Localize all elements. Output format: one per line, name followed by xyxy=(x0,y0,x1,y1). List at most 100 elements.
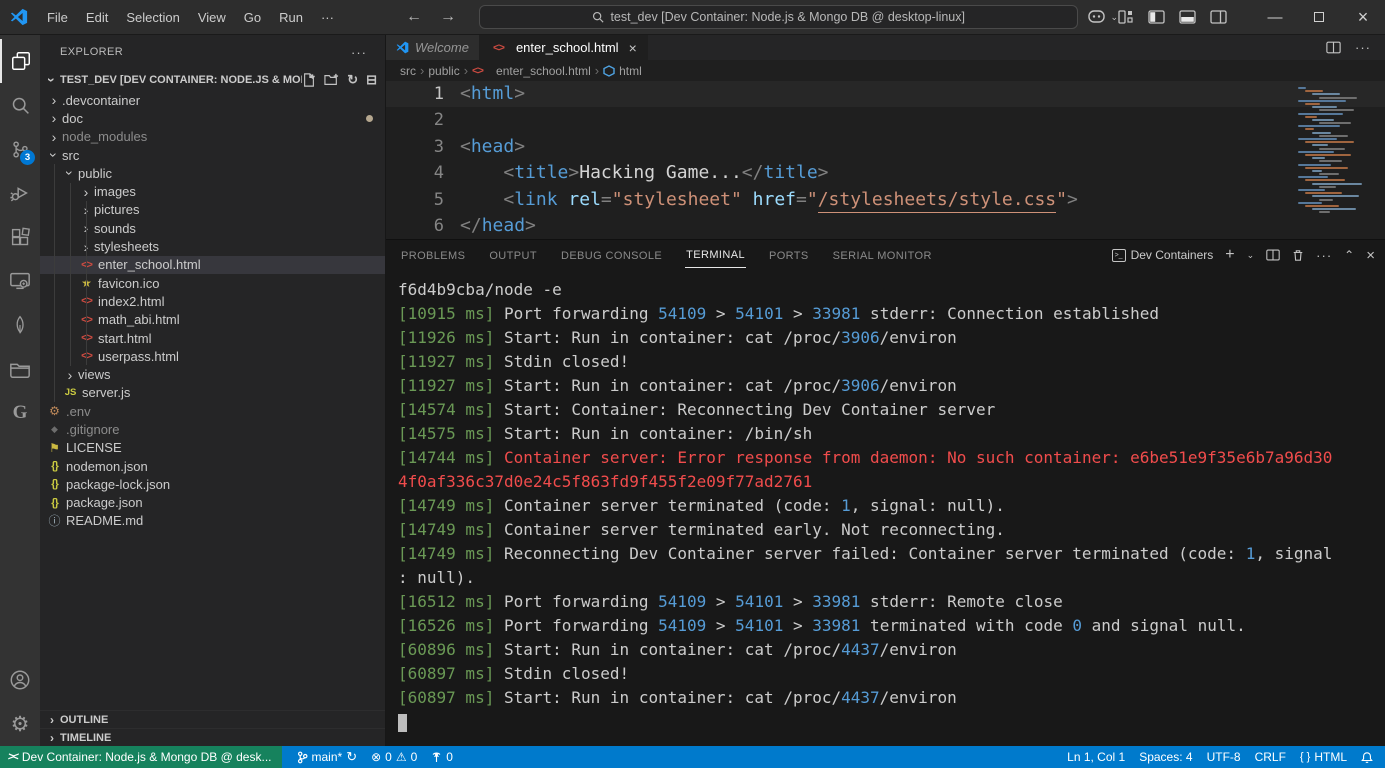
explorer-more-actions-icon[interactable]: ··· xyxy=(351,45,367,60)
settings-gear-icon[interactable]: ⚙ xyxy=(0,702,40,746)
code-line-4[interactable]: 4 <title>Hacking Game...</title> xyxy=(386,160,1385,186)
code-line-2[interactable]: 2 xyxy=(386,107,1385,133)
minimap[interactable] xyxy=(1295,83,1381,215)
ports-status[interactable]: 0 xyxy=(424,750,460,764)
breadcrumb-symbol[interactable]: html xyxy=(619,64,642,78)
gitlens-icon[interactable]: G xyxy=(0,391,40,435)
collapse-folders-icon[interactable]: ⊟ xyxy=(366,72,377,88)
panel-tab-output[interactable]: OUTPUT xyxy=(488,243,538,268)
timeline-section[interactable]: ›TIMELINE xyxy=(40,728,385,746)
tree-item-public[interactable]: ›public xyxy=(40,164,385,182)
tree-item-userpass-html[interactable]: <>userpass.html xyxy=(40,347,385,365)
editor-more-actions-icon[interactable]: ··· xyxy=(1355,40,1371,55)
notifications-bell[interactable] xyxy=(1354,751,1385,764)
language-mode[interactable]: { } HTML xyxy=(1293,750,1354,764)
split-terminal-icon[interactable] xyxy=(1266,249,1280,261)
back-arrow-icon[interactable]: ← xyxy=(397,8,431,26)
panel-tab-ports[interactable]: PORTS xyxy=(768,243,810,268)
copilot-menu[interactable]: ⌄ xyxy=(1088,10,1118,24)
breadcrumb[interactable]: src› public› <> enter_school.html› html xyxy=(386,60,1385,81)
code-line-6[interactable]: 6</head> xyxy=(386,213,1385,239)
panel-more-actions-icon[interactable]: ··· xyxy=(1316,248,1332,263)
code-line-3[interactable]: 3<head> xyxy=(386,134,1385,160)
code-line-1[interactable]: 1<html> xyxy=(386,81,1385,107)
tree-item-license[interactable]: ⚑LICENSE xyxy=(40,439,385,457)
menu-run[interactable]: Run xyxy=(270,10,312,25)
tree-item-index2-html[interactable]: <>index2.html xyxy=(40,292,385,310)
menu-go[interactable]: Go xyxy=(235,10,270,25)
tree-item-pictures[interactable]: ›pictures xyxy=(40,201,385,219)
minimize-button[interactable]: — xyxy=(1253,0,1297,35)
tree-item-src[interactable]: ›src xyxy=(40,146,385,164)
maximize-panel-icon[interactable]: ⌃ xyxy=(1344,248,1354,262)
remote-indicator[interactable]: >< Dev Container: Node.js & Mongo DB @ d… xyxy=(0,746,282,768)
panel-tab-debug-console[interactable]: DEBUG CONSOLE xyxy=(560,243,663,268)
source-control-icon[interactable]: 3 xyxy=(0,127,40,171)
tree-item-images[interactable]: ›images xyxy=(40,182,385,200)
encoding-status[interactable]: UTF-8 xyxy=(1200,750,1248,764)
tree-item-views[interactable]: ›views xyxy=(40,365,385,383)
breadcrumb-src[interactable]: src xyxy=(400,64,416,78)
menu-more[interactable]: ··· xyxy=(312,10,343,25)
accounts-icon[interactable] xyxy=(0,658,40,702)
git-branch-status[interactable]: main* ↻ xyxy=(290,749,365,765)
tab-enter-school[interactable]: <> enter_school.html × xyxy=(480,35,648,60)
terminal-output[interactable]: f6d4b9cba/node -e[10915 ms] Port forward… xyxy=(386,270,1385,746)
panel-tab-serial-monitor[interactable]: SERIAL MONITOR xyxy=(832,243,933,268)
indentation-status[interactable]: Spaces: 4 xyxy=(1132,750,1199,764)
menu-view[interactable]: View xyxy=(189,10,235,25)
close-button[interactable]: × xyxy=(1341,0,1385,35)
tree-item--env[interactable]: ⚙.env xyxy=(40,402,385,420)
cursor-position[interactable]: Ln 1, Col 1 xyxy=(1060,750,1132,764)
tree-item-package-lock-json[interactable]: {}package-lock.json xyxy=(40,475,385,493)
new-terminal-icon[interactable]: + xyxy=(1225,246,1234,264)
menu-edit[interactable]: Edit xyxy=(77,10,117,25)
breadcrumb-file[interactable]: enter_school.html xyxy=(496,64,591,78)
tree-item-package-json[interactable]: {}package.json xyxy=(40,494,385,512)
tree-item-start-html[interactable]: <>start.html xyxy=(40,329,385,347)
customize-layout-icon[interactable] xyxy=(1118,10,1134,24)
tree-item-enter-school-html[interactable]: <>enter_school.html xyxy=(40,256,385,274)
tree-item-readme-md[interactable]: ⓘREADME.md xyxy=(40,512,385,530)
code-editor[interactable]: 1<html>23<head>4 <title>Hacking Game...<… xyxy=(386,81,1385,239)
forward-arrow-icon[interactable]: → xyxy=(431,8,465,26)
mongodb-icon[interactable] xyxy=(0,303,40,347)
panel-tab-terminal[interactable]: TERMINAL xyxy=(685,242,746,268)
tree-item--gitignore[interactable]: ◆.gitignore xyxy=(40,420,385,438)
new-folder-icon[interactable] xyxy=(324,73,339,87)
tree-item-stylesheets[interactable]: ›stylesheets xyxy=(40,237,385,255)
outline-section[interactable]: ›OUTLINE xyxy=(40,710,385,728)
breadcrumb-public[interactable]: public xyxy=(428,64,459,78)
tree-item-nodemon-json[interactable]: {}nodemon.json xyxy=(40,457,385,475)
maximize-button[interactable] xyxy=(1297,0,1341,35)
tree-item-sounds[interactable]: ›sounds xyxy=(40,219,385,237)
tree-item-node-modules[interactable]: ›node_modules xyxy=(40,128,385,146)
command-center-search[interactable]: test_dev [Dev Container: Node.js & Mongo… xyxy=(479,5,1078,29)
refresh-icon[interactable]: ↻ xyxy=(347,72,358,88)
tree-item-doc[interactable]: ›doc xyxy=(40,109,385,127)
eol-status[interactable]: CRLF xyxy=(1248,750,1293,764)
tree-item-server-js[interactable]: JSserver.js xyxy=(40,384,385,402)
menu-selection[interactable]: Selection xyxy=(117,10,188,25)
kill-terminal-icon[interactable] xyxy=(1292,249,1304,262)
code-line-5[interactable]: 5 <link rel="stylesheet" href="/styleshe… xyxy=(386,187,1385,213)
terminal-dropdown-icon[interactable]: ⌄ xyxy=(1247,250,1255,261)
tree-item--devcontainer[interactable]: ›.devcontainer xyxy=(40,91,385,109)
toggle-panel-icon[interactable] xyxy=(1179,10,1196,24)
docker-explorer-icon[interactable] xyxy=(0,347,40,391)
toggle-sidebar-icon[interactable] xyxy=(1148,10,1165,24)
menu-file[interactable]: File xyxy=(38,10,77,25)
close-tab-icon[interactable]: × xyxy=(629,40,637,56)
remote-explorer-icon[interactable] xyxy=(0,259,40,303)
panel-tab-problems[interactable]: PROBLEMS xyxy=(400,243,466,268)
close-panel-icon[interactable]: × xyxy=(1366,247,1375,264)
project-root-row[interactable]: › TEST_DEV [DEV CONTAINER: NODE.JS & MON… xyxy=(40,69,385,91)
split-editor-icon[interactable] xyxy=(1326,41,1341,54)
terminal-profile[interactable]: >_ Dev Containers xyxy=(1112,248,1214,262)
new-file-icon[interactable] xyxy=(302,73,316,87)
extensions-icon[interactable] xyxy=(0,215,40,259)
explorer-icon[interactable] xyxy=(0,39,40,83)
problems-status[interactable]: ⊗ 0 ⚠ 0 xyxy=(364,750,424,764)
tab-welcome[interactable]: Welcome xyxy=(386,35,480,60)
tree-item-math-abi-html[interactable]: <>math_abi.html xyxy=(40,311,385,329)
